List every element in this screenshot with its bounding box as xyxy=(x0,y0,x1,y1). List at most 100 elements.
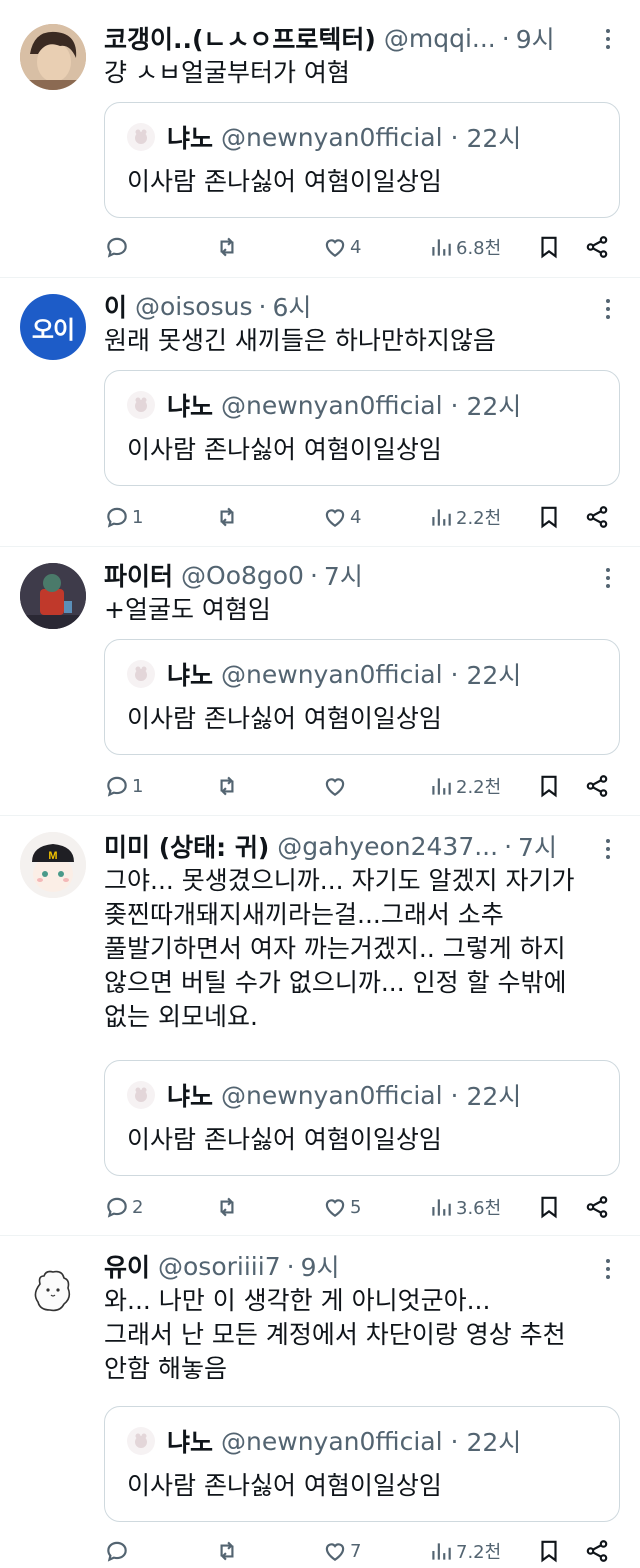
share-button[interactable] xyxy=(584,1534,610,1568)
heart-icon xyxy=(325,1199,345,1217)
tweet[interactable]: 파이터 @Oo8go0 · 7시 +얼굴도 여혐임 냐노 @newnyan0ff… xyxy=(0,547,640,816)
user-handle[interactable]: @osoriiii7 xyxy=(158,1252,281,1281)
quoted-tweet[interactable]: 냐노 @newnyan0fficial · 22시 이사람 존나싫어 여혐이일상… xyxy=(104,1406,620,1522)
quoted-text: 이사람 존나싫어 여혐이일상임 xyxy=(127,435,442,464)
views-button[interactable]: 2.2천 xyxy=(428,769,501,803)
more-icon[interactable] xyxy=(598,834,618,864)
action-bar: 1 4 2.2천 xyxy=(104,500,620,534)
user-handle[interactable]: @mqqi... xyxy=(384,24,496,53)
like-button[interactable]: 4 xyxy=(322,230,361,264)
tweet[interactable]: 코갱이..(ㄴㅅㅇ프로텍터) @mqqi... · 9시 걍 ㅅㅂ얼굴부터가 여… xyxy=(0,0,640,278)
views-button[interactable]: 2.2천 xyxy=(428,500,501,534)
avatar[interactable]: M xyxy=(20,832,86,898)
share-button[interactable] xyxy=(584,769,610,803)
quoted-tweet[interactable]: 냐노 @newnyan0fficial · 22시 이사람 존나싫어 여혐이일상… xyxy=(104,639,620,755)
heart-icon xyxy=(325,1543,345,1561)
avatar[interactable] xyxy=(20,24,86,90)
tweet[interactable]: 오이 이 @oisosus · 6시 원래 못생긴 새끼들은 하나만하지않음 냐… xyxy=(0,278,640,547)
quoted-handle: @newnyan0fficial xyxy=(221,1080,443,1110)
timestamp[interactable]: 7시 xyxy=(518,828,557,864)
quoted-tweet[interactable]: 냐노 @newnyan0fficial · 22시 이사람 존나싫어 여혐이일상… xyxy=(104,370,620,486)
more-icon[interactable] xyxy=(598,24,618,54)
share-icon xyxy=(586,506,608,528)
bookmark-button[interactable] xyxy=(536,1534,562,1568)
repost-button[interactable] xyxy=(214,230,240,264)
reply-button[interactable]: 1 xyxy=(104,769,143,803)
display-name[interactable]: 유이 xyxy=(104,1248,150,1284)
bookmark-icon xyxy=(541,236,557,259)
like-button[interactable] xyxy=(322,769,350,803)
avatar[interactable] xyxy=(20,1258,86,1324)
user-handle[interactable]: @gahyeon2437... xyxy=(277,832,498,861)
avatar[interactable]: 오이 xyxy=(20,294,86,360)
user-handle[interactable]: @Oo8go0 xyxy=(181,561,304,590)
views-icon xyxy=(432,1199,451,1216)
tweet-text: 원래 못생긴 새끼들은 하나만하지않음 xyxy=(104,326,496,355)
tweet[interactable]: 유이 @osoriiii7 · 9시 와... 나만 이 생각한 게 아니엇군아… xyxy=(0,1236,640,1568)
views-button[interactable]: 7.2천 xyxy=(428,1534,501,1568)
quoted-time: 22시 xyxy=(466,1082,522,1111)
views-icon xyxy=(432,1543,451,1560)
views-button[interactable]: 6.8천 xyxy=(428,230,501,264)
more-icon[interactable] xyxy=(598,294,618,324)
display-name[interactable]: 코갱이..(ㄴㅅㅇ프로텍터) xyxy=(104,20,376,56)
views-button[interactable]: 3.6천 xyxy=(428,1190,501,1224)
bookmark-button[interactable] xyxy=(536,769,562,803)
reply-button[interactable] xyxy=(104,1534,132,1568)
reply-button[interactable]: 2 xyxy=(104,1190,143,1224)
repost-icon xyxy=(220,776,234,796)
quoted-time: 22시 xyxy=(466,124,522,153)
like-button[interactable]: 5 xyxy=(322,1190,361,1224)
timestamp[interactable]: 7시 xyxy=(324,557,363,593)
tweet-text: 와... 나만 이 생각한 게 아니엇군아... 그래서 난 모든 계정에서 차… xyxy=(104,1286,566,1383)
repost-button[interactable] xyxy=(214,769,240,803)
share-icon xyxy=(586,775,608,797)
views-icon xyxy=(432,509,451,526)
reply-icon xyxy=(107,507,127,528)
like-button[interactable]: 7 xyxy=(322,1534,361,1568)
bookmark-button[interactable] xyxy=(536,230,562,264)
timestamp[interactable]: 9시 xyxy=(516,20,555,56)
timestamp[interactable]: 9시 xyxy=(301,1248,340,1284)
quoted-avatar xyxy=(127,1427,155,1455)
quoted-handle: @newnyan0fficial xyxy=(221,390,443,420)
quoted-tweet[interactable]: 냐노 @newnyan0fficial · 22시 이사람 존나싫어 여혐이일상… xyxy=(104,102,620,218)
bookmark-button[interactable] xyxy=(536,1190,562,1224)
reply-icon xyxy=(107,1541,127,1562)
heart-icon xyxy=(325,239,345,257)
repost-button[interactable] xyxy=(214,500,240,534)
reply-icon xyxy=(107,776,127,797)
reply-icon xyxy=(107,237,127,258)
more-icon[interactable] xyxy=(598,563,618,593)
quoted-avatar xyxy=(127,660,155,688)
quoted-handle: @newnyan0fficial xyxy=(221,1426,443,1456)
action-bar: 7 7.2천 xyxy=(104,1534,620,1568)
bookmark-icon xyxy=(541,1196,557,1219)
user-handle[interactable]: @oisosus xyxy=(135,292,252,321)
display-name[interactable]: 이 xyxy=(104,288,127,324)
quoted-tweet[interactable]: 냐노 @newnyan0fficial · 22시 이사람 존나싫어 여혐이일상… xyxy=(104,1060,620,1176)
repost-button[interactable] xyxy=(214,1190,240,1224)
share-button[interactable] xyxy=(584,230,610,264)
bookmark-icon xyxy=(541,506,557,529)
tweet[interactable]: M 미미 (상태: 귀) @gahyeon2437... · 7시 그야... … xyxy=(0,816,640,1236)
reply-button[interactable]: 1 xyxy=(104,500,143,534)
repost-icon xyxy=(220,237,234,257)
avatar[interactable] xyxy=(20,563,86,629)
display-name[interactable]: 미미 (상태: 귀) xyxy=(104,828,269,864)
display-name[interactable]: 파이터 xyxy=(104,557,173,593)
svg-text:M: M xyxy=(48,850,57,862)
share-icon xyxy=(586,236,608,258)
more-icon[interactable] xyxy=(598,1254,618,1284)
quoted-avatar xyxy=(127,391,155,419)
quoted-time: 22시 xyxy=(466,661,522,690)
views-icon xyxy=(432,778,451,795)
timestamp[interactable]: 6시 xyxy=(272,288,311,324)
repost-button[interactable] xyxy=(214,1534,240,1568)
share-button[interactable] xyxy=(584,1190,610,1224)
bookmark-button[interactable] xyxy=(536,500,562,534)
like-button[interactable]: 4 xyxy=(322,500,361,534)
reply-button[interactable] xyxy=(104,230,132,264)
bookmark-icon xyxy=(541,1540,557,1563)
share-button[interactable] xyxy=(584,500,610,534)
